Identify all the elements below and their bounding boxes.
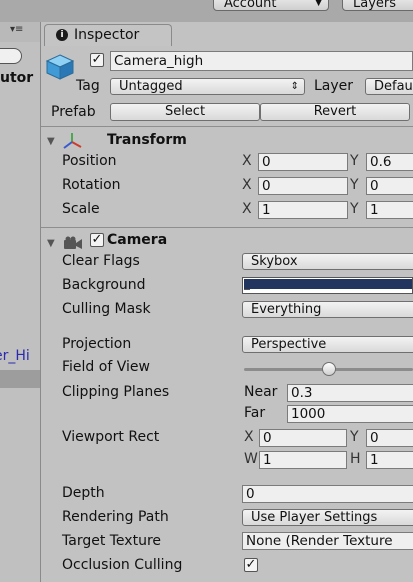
divider [41, 126, 413, 127]
viewport-w-field[interactable]: 1 [259, 451, 347, 469]
layers-label: Layers [353, 0, 397, 11]
axis-w-label: W [244, 451, 258, 467]
axis-y-label: Y [350, 153, 359, 169]
tag-label: Tag [76, 78, 100, 94]
viewport-h-field[interactable]: 1 [366, 451, 413, 469]
prefab-label: Prefab [51, 104, 96, 120]
target-texture-field[interactable]: None (Render Texture [242, 532, 413, 550]
depth-field[interactable]: 0 [242, 485, 413, 503]
culling-mask-label: Culling Mask [62, 301, 151, 317]
prefab-revert-button[interactable]: Revert [260, 103, 410, 121]
active-checkbox[interactable]: ✓ [90, 53, 104, 67]
occlusion-culling-label: Occlusion Culling [62, 557, 183, 573]
position-label: Position [62, 153, 117, 169]
transform-axes-icon [63, 133, 82, 149]
foldout-arrow-icon[interactable]: ▼ [47, 238, 55, 249]
account-dropdown[interactable]: Account ▼ [213, 0, 329, 11]
projection-value: Perspective [251, 337, 327, 352]
inspector-panel: ✓ Camera_high Tag Untagged ⇕ Layer Defau… [41, 46, 413, 582]
hierarchy-scene-label: utor [0, 70, 34, 86]
layer-label: Layer [314, 78, 354, 94]
updown-arrows-icon: ⇕ [290, 81, 299, 92]
rotation-x-field[interactable]: 0 [258, 177, 348, 195]
clear-flags-label: Clear Flags [62, 253, 140, 269]
hierarchy-toolbar: ▾≡ [0, 22, 40, 42]
axis-y-label: Y [350, 429, 359, 445]
clipping-planes-label: Clipping Planes [62, 384, 170, 400]
tab-title: Inspector [74, 27, 140, 43]
alpha-bar [244, 289, 250, 293]
axis-x-label: X [244, 429, 254, 445]
rendering-path-dropdown[interactable]: Use Player Settings [242, 509, 413, 526]
axis-h-label: H [350, 451, 361, 467]
rotation-label: Rotation [62, 177, 121, 193]
position-y-field[interactable]: 0.6 [366, 153, 413, 171]
account-label: Account [224, 0, 277, 11]
top-toolbar: Account ▼ Layers [0, 0, 413, 22]
background-color-swatch [244, 279, 412, 289]
prefab-select-button[interactable]: Select [110, 103, 260, 121]
rendering-path-value: Use Player Settings [251, 510, 378, 525]
position-x-field[interactable]: 0 [258, 153, 348, 171]
hierarchy-selected-row[interactable] [0, 370, 40, 388]
culling-mask-value: Everything [251, 302, 322, 317]
clear-flags-dropdown[interactable]: Skybox [242, 253, 413, 270]
hierarchy-item[interactable]: er_Hi [0, 348, 30, 364]
layer-dropdown[interactable]: Defau [365, 78, 413, 95]
far-label: Far [244, 405, 266, 421]
field-of-view-label: Field of View [62, 359, 150, 375]
axis-y-label: Y [350, 177, 359, 193]
scale-y-field[interactable]: 1 [366, 201, 413, 219]
layers-dropdown[interactable]: Layers [342, 0, 413, 11]
occlusion-culling-checkbox[interactable]: ✓ [244, 558, 258, 572]
background-color-field[interactable] [242, 277, 413, 294]
cube-icon [46, 54, 74, 80]
axis-x-label: X [242, 177, 252, 193]
foldout-arrow-icon[interactable]: ▼ [47, 136, 55, 147]
camera-icon [64, 236, 82, 249]
camera-title: Camera [107, 232, 168, 248]
near-field[interactable]: 0.3 [287, 384, 413, 402]
info-icon: i [56, 29, 68, 41]
near-label: Near [244, 384, 278, 400]
viewport-x-field[interactable]: 0 [259, 429, 347, 447]
culling-mask-dropdown[interactable]: Everything [242, 301, 413, 318]
chevron-down-icon: ▼ [315, 0, 322, 8]
panel-menu-icon[interactable]: ▾≡ [10, 24, 23, 35]
camera-enabled-checkbox[interactable]: ✓ [90, 233, 104, 247]
tab-inspector[interactable]: i Inspector [44, 24, 172, 46]
object-name-field[interactable]: Camera_high [110, 51, 413, 71]
depth-label: Depth [62, 485, 105, 501]
hierarchy-search-field[interactable] [0, 48, 22, 64]
field-of-view-slider-thumb[interactable] [321, 362, 336, 376]
divider [41, 227, 413, 228]
projection-dropdown[interactable]: Perspective [242, 336, 413, 353]
target-texture-label: Target Texture [62, 533, 162, 549]
transform-title: Transform [107, 132, 187, 148]
viewport-y-field[interactable]: 0 [366, 429, 413, 447]
scale-x-field[interactable]: 1 [258, 201, 348, 219]
axis-x-label: X [242, 201, 252, 217]
hierarchy-panel: ▾≡ utor er_Hi [0, 22, 41, 582]
tag-dropdown[interactable]: Untagged ⇕ [110, 78, 305, 95]
clear-flags-value: Skybox [251, 254, 298, 269]
background-label: Background [62, 277, 146, 293]
axis-x-label: X [242, 153, 252, 169]
scale-label: Scale [62, 201, 100, 217]
layer-value: Defau [374, 79, 413, 94]
projection-label: Projection [62, 336, 132, 352]
far-field[interactable]: 1000 [287, 405, 413, 423]
rendering-path-label: Rendering Path [62, 509, 169, 525]
viewport-rect-label: Viewport Rect [62, 429, 160, 445]
tag-value: Untagged [119, 79, 183, 94]
axis-y-label: Y [350, 201, 359, 217]
rotation-y-field[interactable]: 0 [366, 177, 413, 195]
